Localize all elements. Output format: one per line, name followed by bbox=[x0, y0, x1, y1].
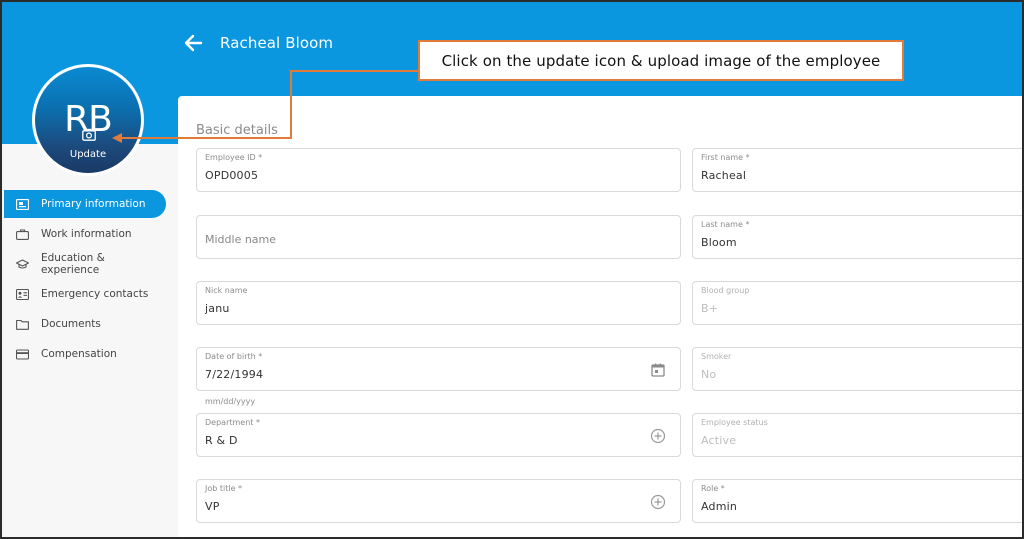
field-label: Date of birth * bbox=[205, 352, 263, 361]
field-value: VP bbox=[205, 500, 220, 513]
id-card-icon bbox=[16, 198, 29, 210]
department-field[interactable]: Department * R & D bbox=[196, 413, 681, 457]
field-label: First name * bbox=[701, 153, 750, 162]
calendar-icon[interactable] bbox=[650, 362, 666, 378]
contact-card-icon bbox=[16, 288, 29, 300]
field-label: Nick name bbox=[205, 286, 248, 295]
sidebar-item-label: Documents bbox=[41, 318, 101, 330]
field-label: Employee status bbox=[701, 418, 768, 427]
field-label: Blood group bbox=[701, 286, 750, 295]
sidebar-item-label: Emergency contacts bbox=[41, 288, 149, 300]
field-value: 7/22/1994 bbox=[205, 368, 264, 381]
add-circle-icon[interactable] bbox=[650, 494, 666, 510]
sidebar-item-label: Primary information bbox=[41, 198, 146, 210]
blood-group-field: Blood group B+ bbox=[692, 281, 1022, 325]
first-name-field[interactable]: First name * Racheal bbox=[692, 148, 1022, 192]
middle-name-field[interactable]: Middle name bbox=[196, 215, 681, 259]
camera-icon[interactable] bbox=[82, 128, 96, 141]
folder-icon bbox=[16, 319, 29, 330]
app-window: Racheal Bloom Primary information Work i… bbox=[0, 0, 1024, 539]
field-label: Last name * bbox=[701, 220, 750, 229]
sidebar-item-work-information[interactable]: Work information bbox=[4, 220, 166, 248]
sidebar-item-label: Education & experience bbox=[41, 252, 105, 276]
date-format-helper: mm/dd/yyyy bbox=[205, 397, 256, 406]
employee-status-field: Employee status Active bbox=[692, 413, 1022, 457]
sidebar-item-education-experience[interactable]: Education & experience bbox=[4, 250, 166, 278]
avatar-update-label: Update bbox=[69, 149, 107, 160]
field-label: Job title * bbox=[205, 484, 243, 493]
field-value: janu bbox=[205, 302, 230, 315]
field-value: Racheal bbox=[701, 169, 747, 182]
add-circle-icon[interactable] bbox=[650, 428, 666, 444]
sidebar-item-compensation[interactable]: Compensation bbox=[4, 340, 166, 368]
section-title: Basic details bbox=[196, 123, 278, 138]
field-value: Active bbox=[701, 434, 737, 447]
field-value: Bloom bbox=[701, 236, 737, 249]
arrow-left-icon[interactable] bbox=[182, 32, 204, 54]
sidebar-item-documents[interactable]: Documents bbox=[4, 310, 166, 338]
field-value: B+ bbox=[701, 302, 719, 315]
sidebar: Primary information Work information Edu… bbox=[4, 144, 178, 537]
field-label: Employee ID * bbox=[205, 153, 263, 162]
instruction-callout: Click on the update icon & upload image … bbox=[418, 40, 904, 81]
employee-name-title: Racheal Bloom bbox=[220, 34, 334, 52]
field-value: OPD0005 bbox=[205, 169, 259, 182]
field-label: Department * bbox=[205, 418, 260, 427]
sidebar-item-label: Compensation bbox=[41, 348, 117, 360]
credit-card-icon bbox=[16, 348, 29, 360]
job-title-field[interactable]: Job title * VP bbox=[196, 479, 681, 523]
last-name-field[interactable]: Last name * Bloom bbox=[692, 215, 1022, 259]
employee-id-field[interactable]: Employee ID * OPD0005 bbox=[196, 148, 681, 192]
smoker-field: Smoker No bbox=[692, 347, 1022, 391]
field-placeholder: Middle name bbox=[205, 233, 277, 246]
sidebar-item-label: Work information bbox=[41, 228, 132, 240]
briefcase-icon bbox=[16, 228, 29, 240]
role-field[interactable]: Role * Admin bbox=[692, 479, 1022, 523]
sidebar-item-emergency-contacts[interactable]: Emergency contacts bbox=[4, 280, 166, 308]
sidebar-item-primary-information[interactable]: Primary information bbox=[4, 190, 166, 218]
basic-details-panel: Basic details Employee ID * OPD0005 Firs… bbox=[178, 96, 1022, 537]
graduation-cap-icon bbox=[16, 258, 29, 269]
nick-name-field[interactable]: Nick name janu bbox=[196, 281, 681, 325]
field-label: Role * bbox=[701, 484, 725, 493]
field-value: Admin bbox=[701, 500, 738, 513]
avatar[interactable]: RB Update bbox=[32, 64, 144, 176]
field-label: Smoker bbox=[701, 352, 732, 361]
field-value: R & D bbox=[205, 434, 238, 447]
date-of-birth-field[interactable]: Date of birth * 7/22/1994 bbox=[196, 347, 681, 391]
field-value: No bbox=[701, 368, 717, 381]
